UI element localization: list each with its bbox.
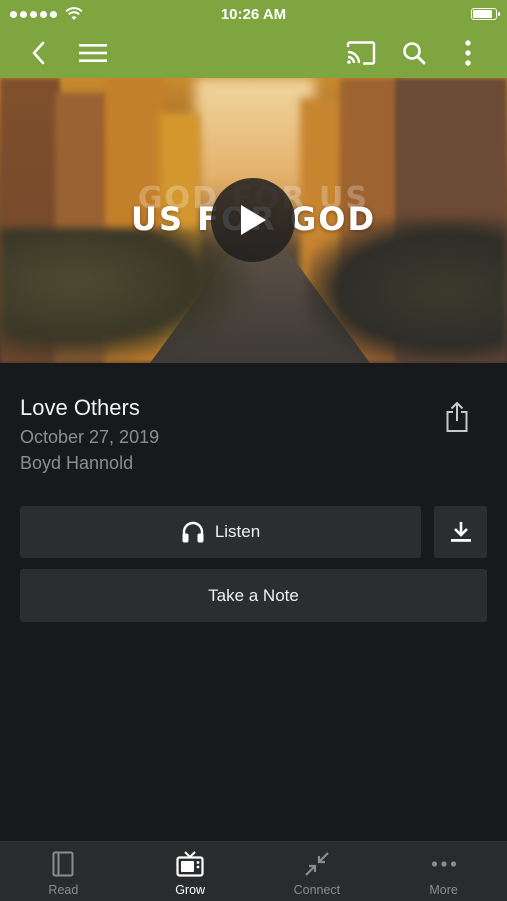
- signal-strength-icon: [10, 7, 83, 21]
- menu-button[interactable]: [71, 28, 115, 78]
- listen-label: Listen: [214, 522, 261, 541]
- tab-more[interactable]: More: [380, 842, 507, 901]
- sermon-speaker: Boyd Hannold: [20, 453, 134, 473]
- download-icon: [450, 522, 471, 542]
- search-icon: [403, 42, 426, 65]
- tab-label: Grow: [175, 883, 206, 897]
- back-button[interactable]: [16, 28, 60, 78]
- video-player[interactable]: GOD FOR US US FOR GOD: [0, 78, 507, 363]
- book-icon: [52, 851, 74, 877]
- take-note-button[interactable]: Take a Note: [20, 569, 487, 622]
- tab-connect[interactable]: Connect: [254, 842, 381, 901]
- tab-label: Connect: [293, 883, 341, 897]
- headphones-icon: [182, 521, 204, 543]
- more-horizontal-icon: [431, 861, 456, 867]
- status-bar: 10:26 AM: [0, 0, 507, 28]
- tab-grow[interactable]: Grow: [127, 842, 254, 901]
- download-button[interactable]: [434, 506, 487, 558]
- play-icon: [241, 205, 266, 235]
- tab-label: Read: [48, 883, 79, 897]
- more-vertical-icon: [465, 40, 471, 66]
- thumbnail-trees: [0, 228, 250, 363]
- arrows-in-icon: [305, 852, 329, 876]
- tab-read[interactable]: Read: [0, 842, 127, 901]
- listen-button[interactable]: Listen: [20, 506, 421, 558]
- sermon-details: Love Others October 27, 2019 Boyd Hannol…: [20, 395, 159, 474]
- tv-icon: [176, 851, 204, 877]
- thumbnail-trees: [307, 218, 507, 363]
- chevron-left-icon: [32, 41, 45, 65]
- top-navigation-bar: [0, 28, 507, 78]
- more-options-button[interactable]: [446, 28, 490, 78]
- share-icon: [446, 401, 468, 432]
- bottom-tab-bar: Read Grow Connect More: [0, 841, 507, 901]
- sermon-title: Love Others: [20, 395, 140, 420]
- cast-icon: [346, 41, 376, 65]
- play-button[interactable]: [211, 178, 295, 262]
- tab-label: More: [429, 883, 458, 897]
- sermon-date: October 27, 2019: [20, 427, 160, 447]
- search-button[interactable]: [392, 28, 436, 78]
- cast-button[interactable]: [339, 28, 383, 78]
- hamburger-icon: [79, 44, 107, 62]
- battery-icon: [471, 8, 500, 20]
- wifi-icon: [65, 7, 83, 20]
- share-button[interactable]: [440, 398, 474, 436]
- take-note-label: Take a Note: [208, 585, 299, 605]
